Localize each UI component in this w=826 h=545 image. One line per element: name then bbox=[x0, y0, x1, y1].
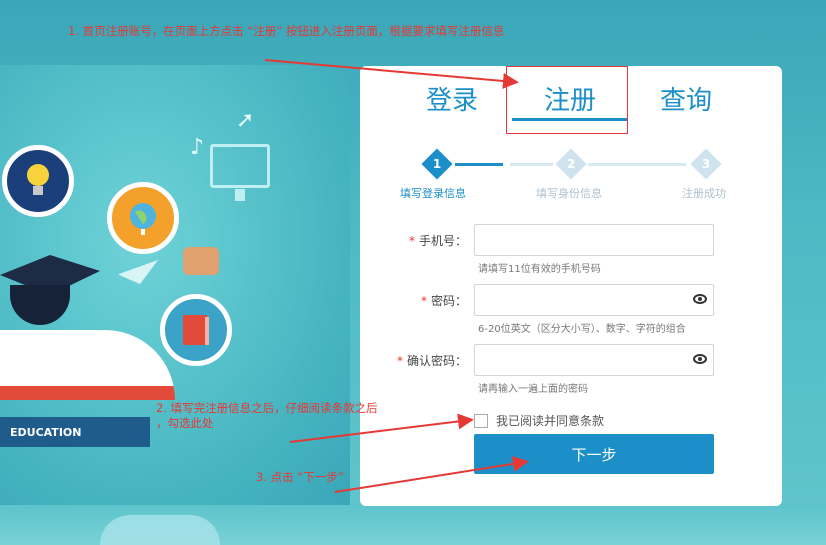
speech-bubble-icon bbox=[183, 247, 219, 275]
open-book-icon bbox=[0, 330, 175, 400]
password-hint: 6-20位英文（区分大小写）、数字、字符的组合 bbox=[478, 324, 686, 335]
step-line-pending-2 bbox=[588, 163, 686, 166]
agree-terms: 我已阅读并同意条款 bbox=[474, 412, 604, 429]
step-1-label: 填写登录信息 bbox=[400, 187, 466, 200]
confirm-password-label: * 确认密码： bbox=[396, 354, 467, 368]
annotation-step3: 3. 点击 “下一步” bbox=[256, 470, 344, 484]
confirm-password-input[interactable] bbox=[474, 344, 714, 376]
password-label: * 密码： bbox=[420, 294, 467, 308]
paper-plane-icon bbox=[118, 260, 158, 284]
agree-label: 我已阅读并同意条款 bbox=[496, 414, 605, 428]
tab-login[interactable]: 登录 bbox=[426, 80, 478, 117]
step-line-done bbox=[455, 163, 503, 166]
step-3-label: 注册成功 bbox=[682, 187, 726, 200]
password-input[interactable] bbox=[474, 284, 714, 316]
phone-input[interactable] bbox=[474, 224, 714, 256]
confirm-password-hint: 请再输入一遍上面的密码 bbox=[478, 384, 588, 395]
eye-icon[interactable] bbox=[693, 294, 707, 304]
lightbulb-icon bbox=[2, 145, 74, 217]
eye-icon[interactable] bbox=[693, 354, 707, 364]
globe-icon bbox=[107, 182, 179, 254]
book-icon bbox=[160, 294, 232, 366]
agree-checkbox[interactable] bbox=[474, 413, 488, 428]
step-2-marker: 2 bbox=[555, 148, 587, 180]
monitor-icon bbox=[210, 144, 270, 201]
annotation-step1: 1. 首页注册账号，在页面上方点击 “注册” 按钮进入注册页面，根据要求填写注册… bbox=[68, 24, 505, 38]
arrow-decoration-icon: ➚ bbox=[236, 108, 255, 133]
music-note-icon: ♪ bbox=[190, 135, 205, 160]
phone-label: * 手机号： bbox=[408, 234, 467, 248]
graduation-cap-base bbox=[10, 285, 70, 325]
step-3-marker: 3 bbox=[690, 148, 722, 180]
annotation-step2: 2. 填写完注册信息之后，仔细阅读条款之后 ，勾选此处 bbox=[156, 401, 378, 430]
step-1-marker: 1 bbox=[421, 148, 453, 180]
step-2-label: 填写身份信息 bbox=[536, 187, 602, 200]
tab-query[interactable]: 查询 bbox=[660, 80, 712, 117]
phone-hint: 请填写11位有效的手机号码 bbox=[478, 264, 601, 275]
education-ribbon: EDUCATION bbox=[0, 417, 150, 447]
register-panel: 登录 注册 查询 1 2 3 填写登录信息 填写身份信息 注册成功 * 手机号： … bbox=[360, 66, 782, 506]
step-line-pending bbox=[510, 163, 553, 166]
tab-highlight-box bbox=[506, 66, 628, 134]
tab-bar: 登录 注册 查询 bbox=[360, 66, 782, 136]
next-step-button[interactable]: 下一步 bbox=[474, 434, 714, 474]
cloud-decoration bbox=[100, 515, 220, 545]
